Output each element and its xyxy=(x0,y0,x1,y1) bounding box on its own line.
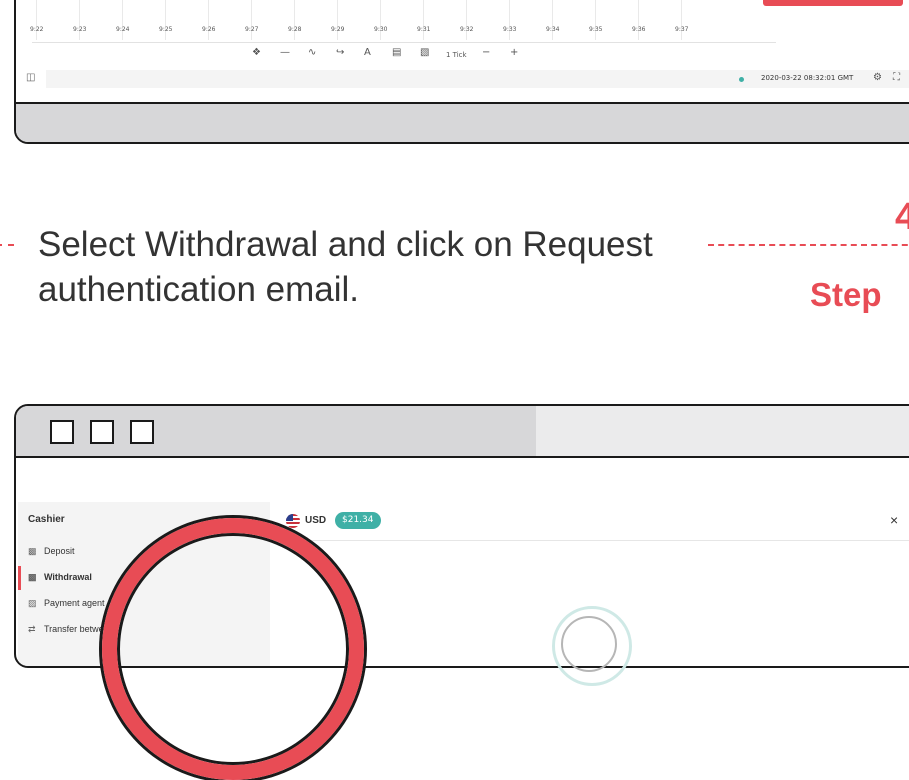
dashed-connector-left xyxy=(0,244,14,246)
chart-toolbar: ❖ — ∿ ↪ A ▤ ▧ 1 Tick − + xyxy=(16,46,909,62)
arrow-icon[interactable]: ↪ xyxy=(336,46,344,60)
grid-line xyxy=(337,0,338,40)
fullscreen-icon[interactable]: ⛶ xyxy=(893,72,900,83)
step-number: 4 xyxy=(895,196,909,238)
grid-line xyxy=(36,0,37,40)
x-tick-label: 9:22 xyxy=(30,26,44,33)
balance-badge: $21.34 xyxy=(335,512,381,529)
grid-line xyxy=(294,0,295,40)
x-tick-label: 9:23 xyxy=(73,26,87,33)
zoom-out-button[interactable]: − xyxy=(482,46,490,60)
trend-icon[interactable]: ∿ xyxy=(308,46,316,60)
x-tick-label: 9:27 xyxy=(245,26,259,33)
x-tick-label: 9:36 xyxy=(632,26,646,33)
crosshair-icon[interactable]: ❖ xyxy=(252,46,261,60)
browser-address-area xyxy=(536,406,909,456)
x-tick-label: 9:25 xyxy=(159,26,173,33)
sidebar-item-payment-agent[interactable]: ▨ Payment agent xyxy=(28,598,105,609)
sidebar-item-deposit[interactable]: ▩ Deposit xyxy=(28,546,75,557)
content-divider xyxy=(278,540,909,541)
sidebar-item-withdrawal[interactable]: ▩ Withdrawal xyxy=(28,572,92,583)
x-tick-label: 9:29 xyxy=(331,26,345,33)
grid-line xyxy=(552,0,553,40)
currency-label: USD xyxy=(305,515,327,526)
highlight-circle xyxy=(102,518,364,780)
sidebar-item-label: Withdrawal xyxy=(44,572,92,582)
window-control[interactable] xyxy=(50,420,74,444)
deposit-icon: ▩ xyxy=(28,546,37,556)
grid-line xyxy=(208,0,209,40)
dashed-connector-right xyxy=(708,244,909,246)
x-tick-label: 9:28 xyxy=(288,26,302,33)
text-tool-icon[interactable]: A xyxy=(364,46,371,60)
x-axis-line xyxy=(32,42,776,43)
x-tick-label: 9:35 xyxy=(589,26,603,33)
server-time: 2020-03-22 08:32:01 GMT xyxy=(761,74,854,82)
trade-button[interactable] xyxy=(763,0,903,6)
sidebar-item-label: Transfer betwe xyxy=(44,624,104,634)
briefcase-icon[interactable]: ◫ xyxy=(26,72,35,83)
x-tick-label: 9:37 xyxy=(675,26,689,33)
window-control[interactable] xyxy=(90,420,114,444)
gear-icon[interactable]: ⚙ xyxy=(873,72,882,83)
close-icon[interactable]: × xyxy=(890,512,898,528)
grid-line xyxy=(165,0,166,40)
grid-line xyxy=(79,0,80,40)
zoom-in-button[interactable]: + xyxy=(510,46,518,60)
x-tick-label: 9:34 xyxy=(546,26,560,33)
instruction-text: Select Withdrawal and click on Request a… xyxy=(38,225,653,309)
step-label: Step xyxy=(810,276,882,313)
x-tick-label: 9:31 xyxy=(417,26,431,33)
x-tick-label: 9:24 xyxy=(116,26,130,33)
connection-status-dot xyxy=(739,77,744,82)
x-tick-label: 9:30 xyxy=(374,26,388,33)
us-flag-icon xyxy=(286,514,300,528)
top-browser-frame: 9:22 9:23 9:24 9:25 9:26 9:27 9:28 9:29 … xyxy=(14,0,909,144)
interval-selector[interactable]: 1 Tick xyxy=(446,48,467,62)
grid-line xyxy=(638,0,639,40)
browser-bottom-bar xyxy=(16,104,909,142)
template-icon[interactable]: ▤ xyxy=(392,46,401,60)
grid-line xyxy=(466,0,467,40)
frame-divider xyxy=(16,456,909,458)
x-tick-label: 9:26 xyxy=(202,26,216,33)
window-control[interactable] xyxy=(130,420,154,444)
grid-line xyxy=(509,0,510,40)
withdrawal-icon: ▩ xyxy=(28,572,37,582)
chart-area: 9:22 9:23 9:24 9:25 9:26 9:27 9:28 9:29 … xyxy=(16,0,909,104)
verification-icon-inner xyxy=(561,616,617,672)
download-icon[interactable]: ▧ xyxy=(420,46,429,60)
grid-line xyxy=(251,0,252,40)
grid-line xyxy=(122,0,123,40)
x-tick-label: 9:33 xyxy=(503,26,517,33)
grid-line xyxy=(423,0,424,40)
sidebar-item-label: Deposit xyxy=(44,546,75,556)
payment-agent-icon: ▨ xyxy=(28,598,37,608)
cashier-title: Cashier xyxy=(28,514,65,525)
sidebar-item-label: Payment agent xyxy=(44,598,105,608)
grid-line xyxy=(595,0,596,40)
active-indicator xyxy=(18,566,21,590)
horizontal-line-icon[interactable]: — xyxy=(280,46,290,60)
x-tick-label: 9:32 xyxy=(460,26,474,33)
grid-line xyxy=(380,0,381,40)
grid-line xyxy=(681,0,682,40)
